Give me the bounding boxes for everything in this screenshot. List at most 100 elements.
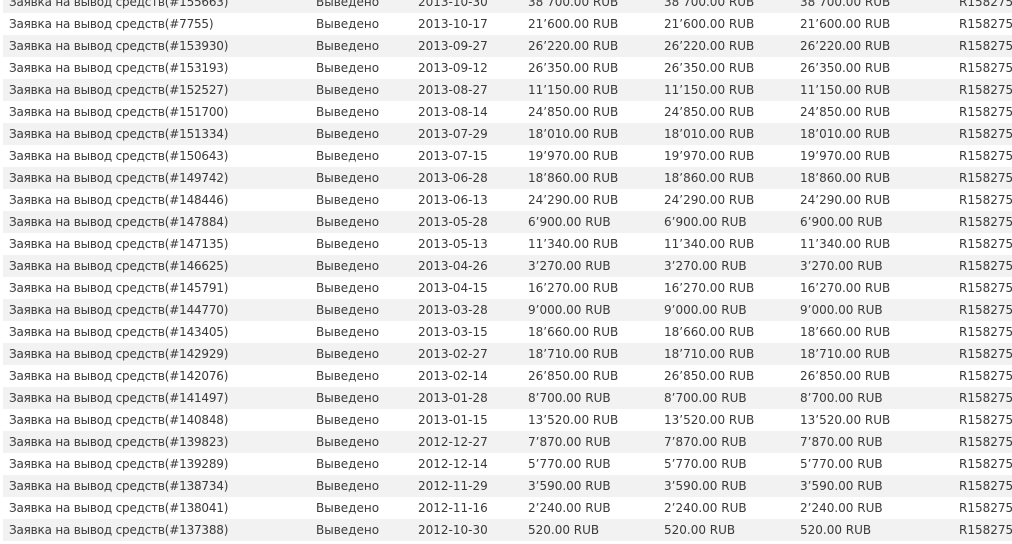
- amount-cell-3: 38’700.00 RUB: [800, 0, 891, 9]
- status-cell: Выведено: [316, 303, 380, 317]
- table-row[interactable]: Заявка на вывод средств(#138041) Выведено…: [3, 497, 1012, 519]
- status-cell: Выведено: [316, 215, 380, 229]
- table-row[interactable]: Заявка на вывод средств(#153930) Выведено…: [3, 35, 1012, 57]
- withdrawal-description: Заявка на вывод средств(#146625): [9, 259, 229, 273]
- amount-cell-2: 18’860.00 RUB: [664, 171, 755, 185]
- amount-cell: 18’660.00 RUB: [528, 325, 619, 339]
- withdrawal-description: Заявка на вывод средств(#138041): [9, 501, 229, 515]
- amount-cell-3: 26’850.00 RUB: [800, 369, 891, 383]
- account-cell: R1582754: [959, 501, 1012, 515]
- status-cell: Выведено: [316, 105, 380, 119]
- status-cell: Выведено: [316, 61, 380, 75]
- status-cell: Выведено: [316, 83, 380, 97]
- amount-cell-3: 3’270.00 RUB: [800, 259, 883, 273]
- withdrawal-description: Заявка на вывод средств(#147884): [9, 215, 229, 229]
- amount-cell-2: 13’520.00 RUB: [664, 413, 755, 427]
- status-cell: Выведено: [316, 435, 380, 449]
- account-cell: R1582754: [959, 479, 1012, 493]
- amount-cell: 26’220.00 RUB: [528, 39, 619, 53]
- table-row[interactable]: Заявка на вывод средств(#146625) Выведено…: [3, 255, 1012, 277]
- amount-cell-2: 11’150.00 RUB: [664, 83, 755, 97]
- amount-cell-3: 7’870.00 RUB: [800, 435, 883, 449]
- amount-cell-2: 3’270.00 RUB: [664, 259, 747, 273]
- table-row[interactable]: Заявка на вывод средств(#143405) Выведено…: [3, 321, 1012, 343]
- date-cell: 2013-04-15: [418, 281, 488, 295]
- account-cell: R1582754: [959, 369, 1012, 383]
- table-row[interactable]: Заявка на вывод средств(#142076) Выведено…: [3, 365, 1012, 387]
- amount-cell-3: 18’860.00 RUB: [800, 171, 891, 185]
- account-cell: R1582754: [959, 0, 1012, 9]
- date-cell: 2013-01-15: [418, 413, 488, 427]
- amount-cell-2: 18’010.00 RUB: [664, 127, 755, 141]
- table-row[interactable]: Заявка на вывод средств(#140848) Выведено…: [3, 409, 1012, 431]
- amount-cell-3: 5’770.00 RUB: [800, 457, 883, 471]
- table-row[interactable]: Заявка на вывод средств(#144770) Выведено…: [3, 299, 1012, 321]
- table-row[interactable]: Заявка на вывод средств(#137388) Выведено…: [3, 519, 1012, 541]
- status-cell: Выведено: [316, 127, 380, 141]
- status-cell: Выведено: [316, 325, 380, 339]
- table-row[interactable]: Заявка на вывод средств(#138734) Выведено…: [3, 475, 1012, 497]
- table-row[interactable]: Заявка на вывод средств(#153193) Выведено…: [3, 57, 1012, 79]
- amount-cell: 3’590.00 RUB: [528, 479, 611, 493]
- status-cell: Выведено: [316, 0, 380, 9]
- amount-cell-2: 26’850.00 RUB: [664, 369, 755, 383]
- amount-cell: 18’010.00 RUB: [528, 127, 619, 141]
- table-row[interactable]: Заявка на вывод средств(#142929) Выведено…: [3, 343, 1012, 365]
- amount-cell: 520.00 RUB: [528, 523, 600, 537]
- amount-cell-3: 24’850.00 RUB: [800, 105, 891, 119]
- amount-cell: 24’290.00 RUB: [528, 193, 619, 207]
- amount-cell: 2’240.00 RUB: [528, 501, 611, 515]
- amount-cell-2: 19’970.00 RUB: [664, 149, 755, 163]
- withdrawal-description: Заявка на вывод средств(#149742): [9, 171, 229, 185]
- table-row[interactable]: Заявка на вывод средств(#145791) Выведено…: [3, 277, 1012, 299]
- date-cell: 2013-06-28: [418, 171, 488, 185]
- table-row[interactable]: Заявка на вывод средств(#7755) Выведено 20…: [3, 13, 1012, 35]
- status-cell: Выведено: [316, 523, 380, 537]
- amount-cell-3: 26’220.00 RUB: [800, 39, 891, 53]
- amount-cell: 38’700.00 RUB: [528, 0, 619, 9]
- table-row[interactable]: Заявка на вывод средств(#151334) Выведено…: [3, 123, 1012, 145]
- table-row[interactable]: Заявка на вывод средств(#147884) Выведено…: [3, 211, 1012, 233]
- status-cell: Выведено: [316, 457, 380, 471]
- amount-cell-2: 18’710.00 RUB: [664, 347, 755, 361]
- date-cell: 2013-02-27: [418, 347, 488, 361]
- withdrawal-description: Заявка на вывод средств(#153930): [9, 39, 229, 53]
- status-cell: Выведено: [316, 501, 380, 515]
- amount-cell: 6’900.00 RUB: [528, 215, 611, 229]
- amount-cell-3: 19’970.00 RUB: [800, 149, 891, 163]
- table-row[interactable]: Заявка на вывод средств(#155663) Выведено…: [3, 0, 1012, 13]
- account-cell: R1582754: [959, 17, 1012, 31]
- status-cell: Выведено: [316, 17, 380, 31]
- table-row[interactable]: Заявка на вывод средств(#151700) Выведено…: [3, 101, 1012, 123]
- table-row[interactable]: Заявка на вывод средств(#148446) Выведено…: [3, 189, 1012, 211]
- table-row[interactable]: Заявка на вывод средств(#139823) Выведено…: [3, 431, 1012, 453]
- date-cell: 2013-10-30: [418, 0, 488, 9]
- account-cell: R1582754: [959, 281, 1012, 295]
- table-row[interactable]: Заявка на вывод средств(#149742) Выведено…: [3, 167, 1012, 189]
- date-cell: 2012-11-16: [418, 501, 488, 515]
- withdrawal-description: Заявка на вывод средств(#139289): [9, 457, 229, 471]
- table-row[interactable]: Заявка на вывод средств(#150643) Выведено…: [3, 145, 1012, 167]
- account-cell: R1582754: [959, 215, 1012, 229]
- table-row[interactable]: Заявка на вывод средств(#152527) Выведено…: [3, 79, 1012, 101]
- status-cell: Выведено: [316, 413, 380, 427]
- status-cell: Выведено: [316, 347, 380, 361]
- table-row[interactable]: Заявка на вывод средств(#141497) Выведено…: [3, 387, 1012, 409]
- amount-cell: 21’600.00 RUB: [528, 17, 619, 31]
- amount-cell: 5’770.00 RUB: [528, 457, 611, 471]
- table-row[interactable]: Заявка на вывод средств(#147135) Выведено…: [3, 233, 1012, 255]
- status-cell: Выведено: [316, 369, 380, 383]
- status-cell: Выведено: [316, 39, 380, 53]
- amount-cell-3: 6’900.00 RUB: [800, 215, 883, 229]
- date-cell: 2013-06-13: [418, 193, 488, 207]
- withdrawal-description: Заявка на вывод средств(#155663): [9, 0, 229, 9]
- amount-cell: 11’150.00 RUB: [528, 83, 619, 97]
- amount-cell-2: 5’770.00 RUB: [664, 457, 747, 471]
- amount-cell-2: 520.00 RUB: [664, 523, 736, 537]
- withdrawal-description: Заявка на вывод средств(#143405): [9, 325, 229, 339]
- table-row[interactable]: Заявка на вывод средств(#139289) Выведено…: [3, 453, 1012, 475]
- amount-cell-3: 26’350.00 RUB: [800, 61, 891, 75]
- amount-cell-2: 9’000.00 RUB: [664, 303, 747, 317]
- date-cell: 2013-10-17: [418, 17, 488, 31]
- account-cell: R1582754: [959, 347, 1012, 361]
